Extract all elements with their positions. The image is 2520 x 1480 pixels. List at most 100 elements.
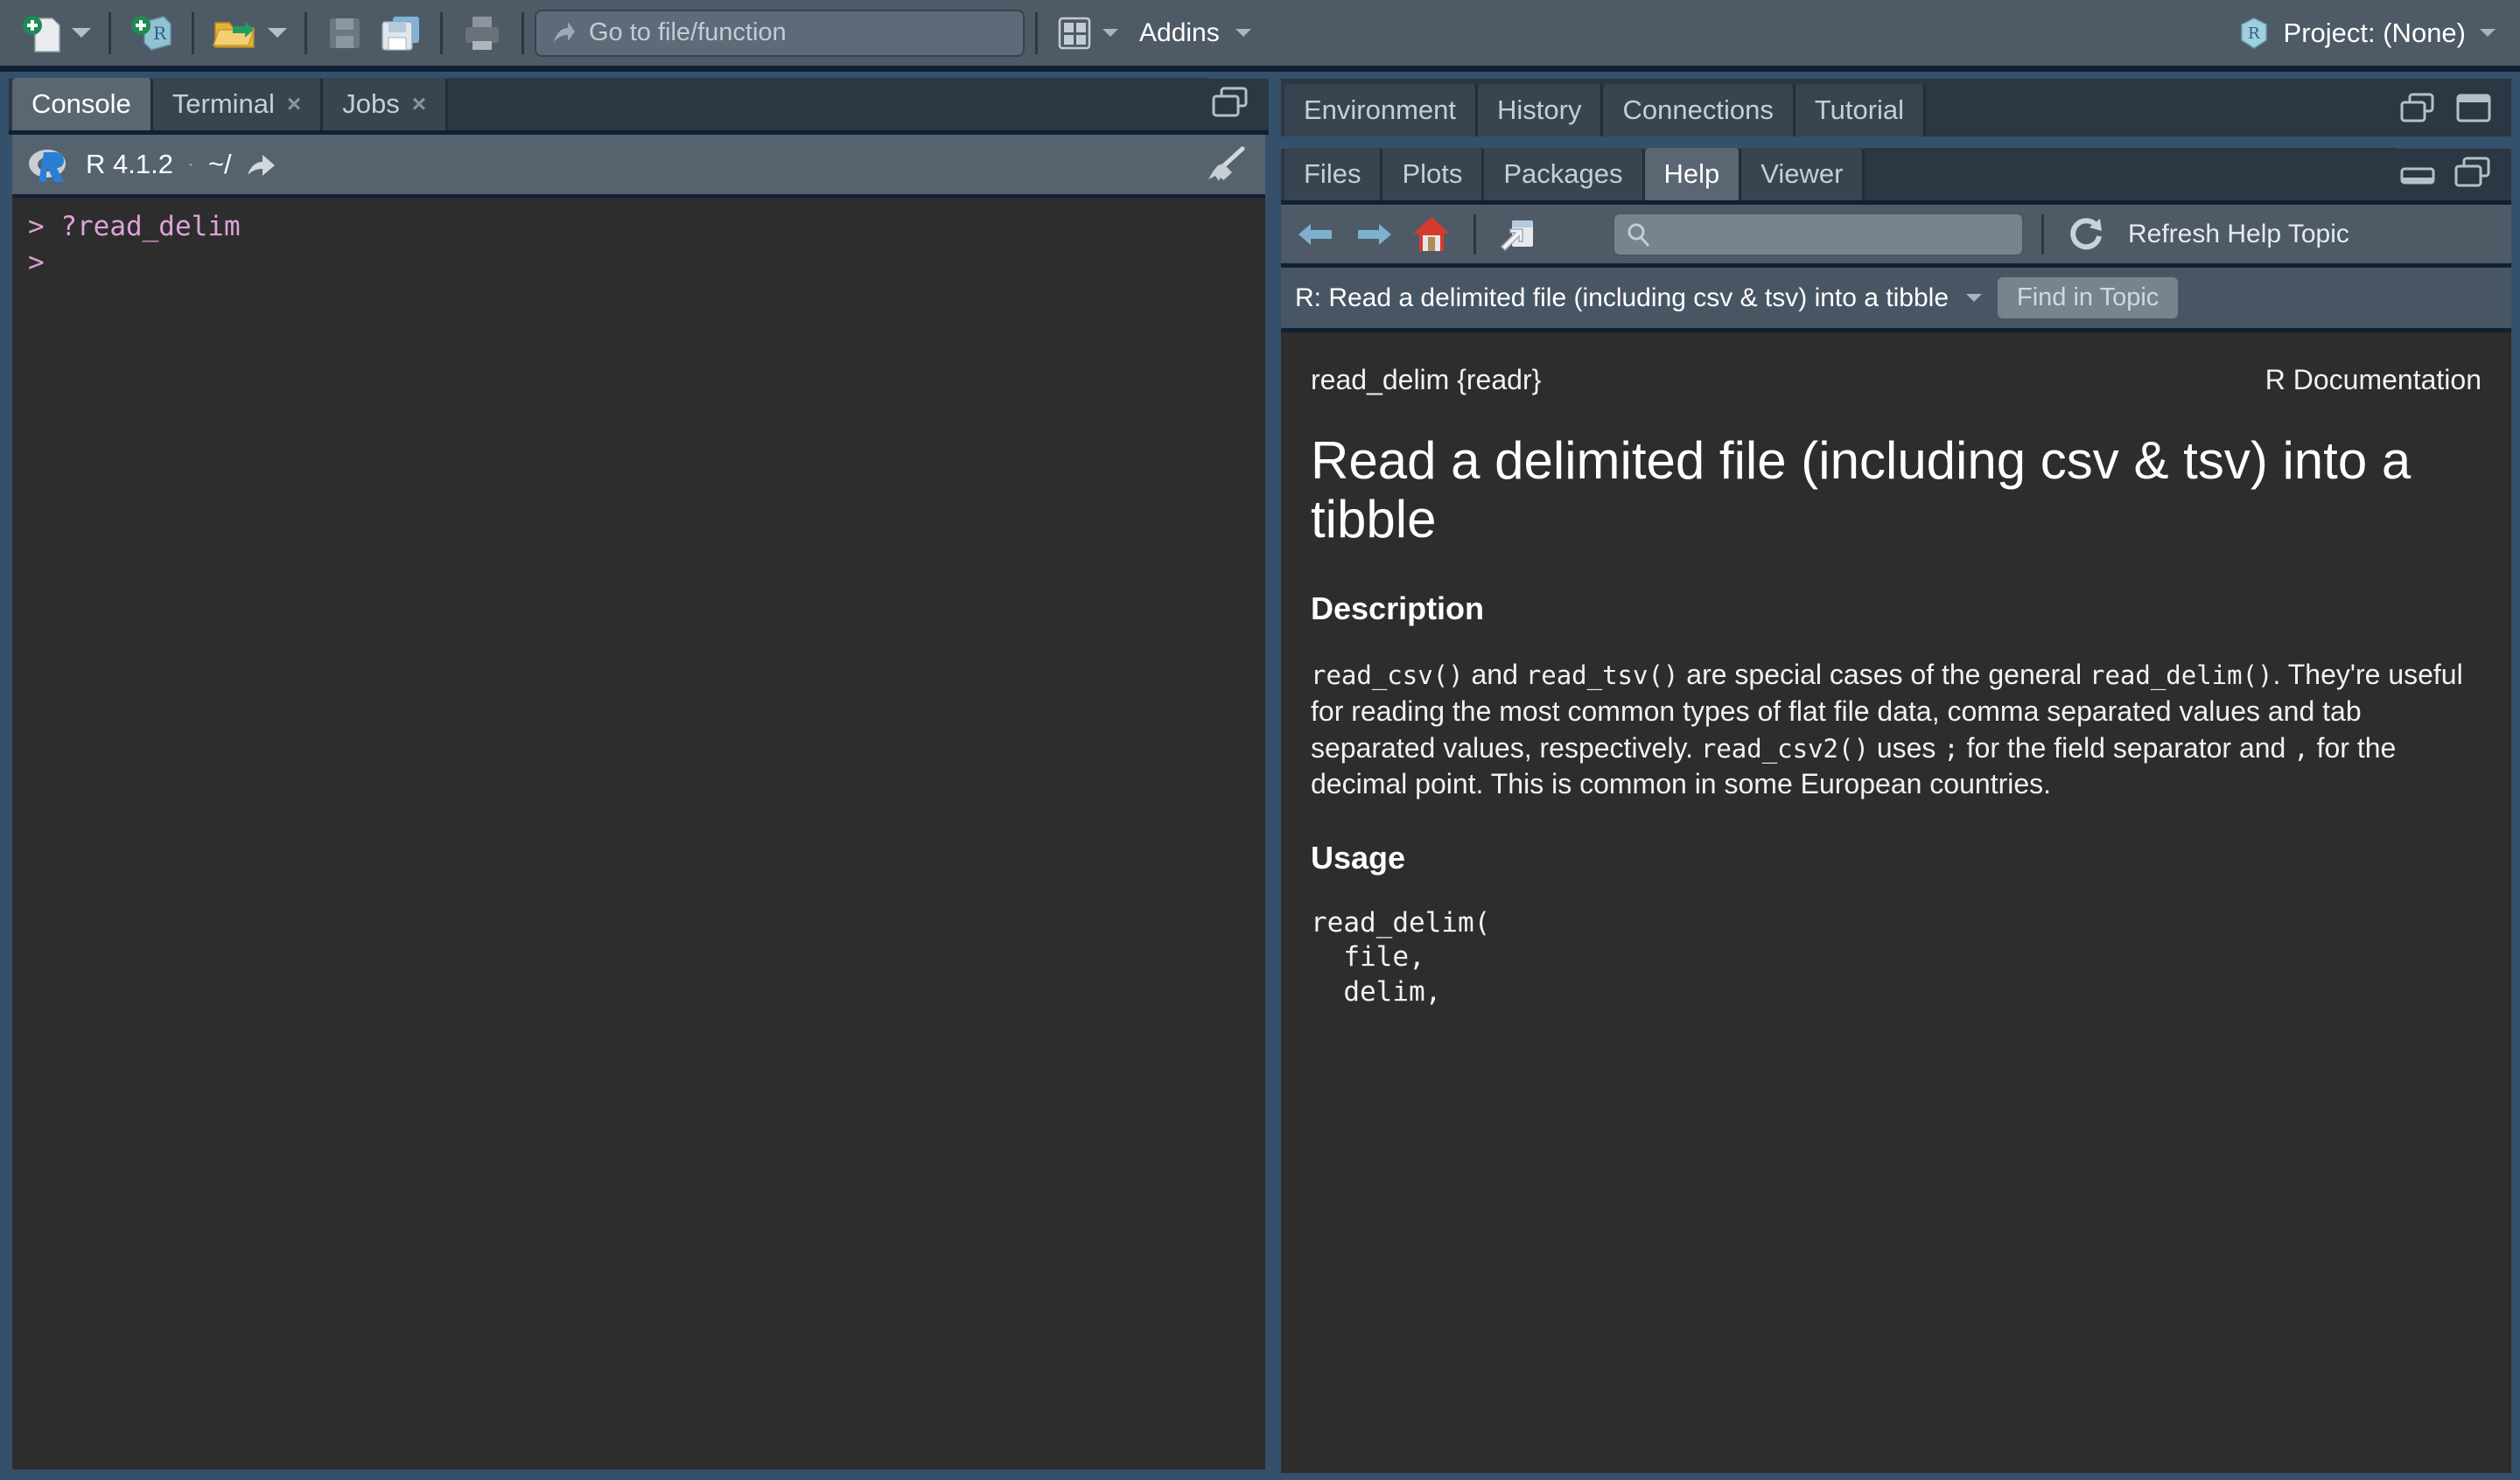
new-file-button[interactable] [12, 8, 98, 59]
goto-file-function-placeholder: Go to file/function [589, 18, 787, 47]
tabbar-filler [1865, 148, 2398, 200]
new-project-button[interactable]: R [122, 8, 181, 59]
tab-connections[interactable]: Connections [1603, 84, 1795, 136]
refresh-icon [2067, 215, 2105, 254]
console-tabbar: Console Terminal × Jobs × [9, 79, 1269, 135]
tab-viewer-label: Viewer [1760, 158, 1843, 190]
doc-section-heading-usage: Usage [1311, 840, 2482, 876]
print-button[interactable] [453, 8, 511, 59]
maximize-icon[interactable] [2452, 155, 2494, 190]
tab-terminal-close-icon[interactable]: × [287, 90, 301, 118]
working-directory-label[interactable]: ~/ [208, 149, 232, 180]
svg-text:R: R [153, 23, 167, 44]
tab-environment-label: Environment [1304, 94, 1456, 126]
tab-console[interactable]: Console [12, 78, 153, 130]
tab-history-label: History [1497, 94, 1581, 126]
doc-code-span: ; [1943, 734, 1958, 764]
open-folder-icon [212, 12, 259, 54]
help-topic-chevron-down-icon[interactable] [1966, 294, 1982, 302]
environment-window-controls [2398, 84, 2511, 136]
new-project-icon: R [129, 11, 174, 55]
help-search-box[interactable] [1613, 213, 2024, 256]
doc-header: read_delim {readr} R Documentation [1311, 364, 2482, 396]
tab-help[interactable]: Help [1645, 148, 1742, 200]
help-window-controls [2398, 148, 2511, 200]
doc-header-right: R Documentation [2265, 364, 2482, 396]
tab-jobs-close-icon[interactable]: × [412, 90, 426, 118]
tabbar-filler [448, 78, 1209, 130]
search-icon [1625, 221, 1651, 248]
doc-code-span: read_delim() [2090, 660, 2273, 690]
help-popout-button[interactable] [1494, 210, 1543, 259]
console-command-text: ?read_delim [60, 211, 240, 242]
workspace-panes-button[interactable] [1048, 8, 1125, 59]
console-prompt: > [28, 211, 60, 242]
console-header: R 4.1.2 · ~/ [12, 135, 1265, 198]
new-file-chevron-down-icon[interactable] [72, 28, 91, 38]
help-back-button[interactable] [1292, 210, 1340, 259]
maximize-icon[interactable] [1209, 85, 1251, 120]
save-button[interactable] [318, 8, 372, 59]
help-search-input[interactable] [1660, 220, 2012, 248]
popout-arrow-icon[interactable] [246, 150, 277, 178]
tab-help-label: Help [1664, 158, 1720, 190]
tab-history[interactable]: History [1478, 84, 1603, 136]
panes-chevron-down-icon[interactable] [1102, 29, 1118, 37]
toolbar-divider [192, 12, 194, 54]
help-forward-button[interactable] [1349, 210, 1398, 259]
svg-text:R: R [2248, 24, 2260, 43]
broom-clear-console-icon[interactable] [1204, 144, 1251, 185]
refresh-help-button[interactable] [2062, 210, 2110, 259]
tab-tutorial[interactable]: Tutorial [1796, 84, 1926, 136]
open-file-chevron-down-icon[interactable] [268, 28, 287, 38]
goto-arrow-icon [549, 19, 577, 47]
project-area: R Project: (None) [2235, 14, 2508, 52]
tab-plots[interactable]: Plots [1382, 148, 1484, 200]
tab-tutorial-label: Tutorial [1815, 94, 1904, 126]
restore-icon[interactable] [2398, 91, 2440, 126]
r-logo-icon [26, 145, 72, 184]
environment-pane: Environment History Connections Tutorial [1281, 79, 2511, 136]
toolbar-divider [440, 12, 443, 54]
help-toolbar: Refresh Help Topic [1281, 205, 2511, 268]
project-cube-icon: R [2235, 14, 2273, 52]
help-pane: Files Plots Packages Help Viewer [1281, 149, 2511, 1473]
tab-viewer[interactable]: Viewer [1741, 148, 1865, 200]
main-split: Console Terminal × Jobs × [0, 72, 2520, 1480]
minimize-icon[interactable] [2398, 155, 2438, 190]
project-chevron-down-icon[interactable] [2480, 29, 2496, 37]
toolbar-divider [108, 12, 111, 54]
save-all-button[interactable] [372, 8, 430, 59]
header-separator-dot: · [187, 152, 194, 177]
doc-text-span: are special cases of the general [1678, 659, 2090, 690]
tab-connections-label: Connections [1622, 94, 1773, 126]
goto-file-function-box[interactable]: Go to file/function [535, 10, 1025, 57]
tab-environment[interactable]: Environment [1284, 84, 1478, 136]
console-output[interactable]: > ?read_delim > [12, 198, 1265, 1470]
project-label[interactable]: Project: (None) [2284, 17, 2466, 49]
toolbar-divider [304, 12, 307, 54]
help-home-button[interactable] [1407, 210, 1456, 259]
save-disk-icon [325, 13, 365, 53]
help-document[interactable]: read_delim {readr} R Documentation Read … [1281, 332, 2511, 1473]
doc-title: Read a delimited file (including csv & t… [1311, 431, 2482, 548]
addins-chevron-down-icon[interactable] [1236, 29, 1251, 37]
tab-packages-label: Packages [1503, 158, 1622, 190]
addins-label[interactable]: Addins [1139, 18, 1220, 48]
help-topic-title[interactable]: R: Read a delimited file (including csv … [1295, 283, 1949, 313]
tab-jobs[interactable]: Jobs × [323, 78, 448, 130]
tab-files[interactable]: Files [1284, 148, 1382, 200]
open-file-button[interactable] [205, 8, 294, 59]
maximize-icon[interactable] [2454, 91, 2494, 126]
refresh-help-label[interactable]: Refresh Help Topic [2128, 220, 2349, 249]
tab-jobs-label: Jobs [342, 88, 399, 120]
find-in-topic-button[interactable]: Find in Topic [1996, 276, 2180, 320]
tab-packages[interactable]: Packages [1484, 148, 1644, 200]
doc-code-span: read_csv2() [1701, 734, 1869, 764]
toolbar-divider [1035, 12, 1038, 54]
tab-console-label: Console [32, 88, 131, 120]
console-window-controls [1209, 78, 1269, 130]
tab-terminal-label: Terminal [172, 88, 275, 120]
doc-text-span: for the field separator and [1959, 732, 2293, 764]
tab-terminal[interactable]: Terminal × [153, 78, 324, 130]
